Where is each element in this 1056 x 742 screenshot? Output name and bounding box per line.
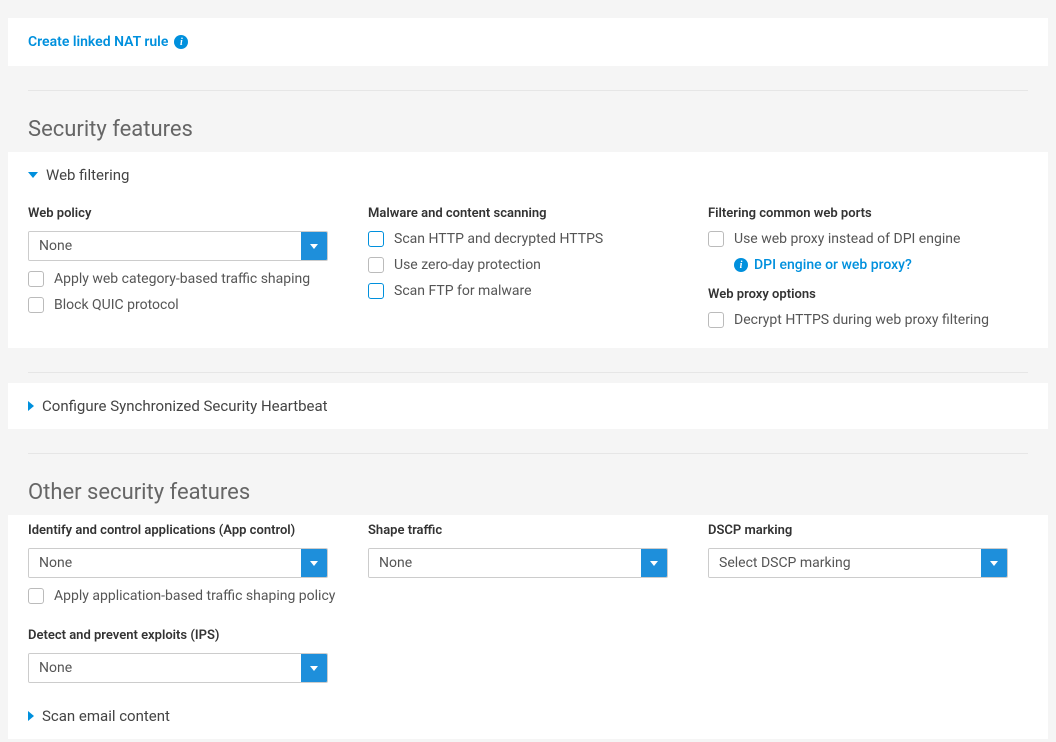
dpi-help-link[interactable]: i DPI engine or web proxy? xyxy=(734,257,1048,273)
ips-value: None xyxy=(29,654,301,682)
web-proxy-options-label: Web proxy options xyxy=(708,287,1048,302)
col-filtering-ports: Filtering common web ports Use web proxy… xyxy=(708,202,1048,328)
heartbeat-label: Configure Synchronized Security Heartbea… xyxy=(42,397,328,415)
web-policy-value: None xyxy=(29,232,301,260)
apply-shaping-label: Apply web category-based traffic shaping xyxy=(54,271,310,287)
dropdown-button xyxy=(301,232,327,260)
dscp-value: Select DSCP marking xyxy=(709,549,981,577)
dropdown-button xyxy=(301,654,327,682)
shape-traffic-value: None xyxy=(369,549,641,577)
zero-day-label: Use zero-day protection xyxy=(394,257,541,273)
divider xyxy=(28,90,1028,91)
col-web-policy: Web policy None Apply web category-based… xyxy=(28,202,368,328)
caret-down-icon xyxy=(310,666,318,671)
dscp-select[interactable]: Select DSCP marking xyxy=(708,548,1008,578)
chevron-down-icon xyxy=(28,172,38,178)
create-nat-link-label: Create linked NAT rule xyxy=(28,34,168,50)
caret-down-icon xyxy=(310,244,318,249)
web-filtering-body: Web policy None Apply web category-based… xyxy=(8,198,1048,348)
web-filtering-toggle[interactable]: Web filtering xyxy=(8,152,1048,198)
divider xyxy=(28,372,1028,373)
dpi-help-label: DPI engine or web proxy? xyxy=(754,257,912,273)
info-icon[interactable]: i xyxy=(174,35,188,49)
caret-down-icon xyxy=(310,561,318,566)
web-policy-label: Web policy xyxy=(28,206,368,221)
block-quic-checkbox[interactable] xyxy=(28,297,44,313)
heartbeat-toggle[interactable]: Configure Synchronized Security Heartbea… xyxy=(8,383,1048,429)
caret-down-icon xyxy=(650,561,658,566)
dscp-label: DSCP marking xyxy=(708,523,1048,538)
dropdown-button xyxy=(641,549,667,577)
use-web-proxy-row[interactable]: Use web proxy instead of DPI engine xyxy=(708,231,1048,247)
app-control-select[interactable]: None xyxy=(28,548,328,578)
other-security-title: Other security features xyxy=(0,464,1056,515)
chevron-right-icon xyxy=(28,711,34,721)
decrypt-https-label: Decrypt HTTPS during web proxy filtering xyxy=(734,312,989,328)
shape-traffic-select[interactable]: None xyxy=(368,548,668,578)
chevron-right-icon xyxy=(28,401,34,411)
create-nat-link[interactable]: Create linked NAT rule i xyxy=(28,34,188,50)
scan-email-label: Scan email content xyxy=(42,707,170,725)
decrypt-https-row[interactable]: Decrypt HTTPS during web proxy filtering xyxy=(708,312,1048,328)
ips-select[interactable]: None xyxy=(28,653,328,683)
other-security-body: Identify and control applications (App c… xyxy=(8,515,1048,703)
decrypt-https-checkbox[interactable] xyxy=(708,312,724,328)
scan-email-toggle[interactable]: Scan email content xyxy=(8,703,1048,739)
apply-shaping-row[interactable]: Apply web category-based traffic shaping xyxy=(28,271,368,287)
apply-shaping-checkbox[interactable] xyxy=(28,271,44,287)
caret-down-icon xyxy=(990,561,998,566)
col-dscp: DSCP marking Select DSCP marking xyxy=(708,519,1048,683)
col-shape-traffic: Shape traffic None xyxy=(368,519,708,683)
web-filtering-label: Web filtering xyxy=(46,166,129,184)
use-web-proxy-checkbox[interactable] xyxy=(708,231,724,247)
scan-ftp-label: Scan FTP for malware xyxy=(394,283,532,299)
dropdown-button xyxy=(301,549,327,577)
zero-day-row[interactable]: Use zero-day protection xyxy=(368,257,708,273)
malware-label: Malware and content scanning xyxy=(368,206,708,221)
web-policy-select[interactable]: None xyxy=(28,231,328,261)
apply-app-shaping-row[interactable]: Apply application-based traffic shaping … xyxy=(28,588,368,604)
nat-link-row: Create linked NAT rule i xyxy=(8,18,1048,66)
shape-traffic-label: Shape traffic xyxy=(368,523,708,538)
col-app-control: Identify and control applications (App c… xyxy=(28,519,368,683)
col-malware: Malware and content scanning Scan HTTP a… xyxy=(368,202,708,328)
scan-http-checkbox[interactable] xyxy=(368,231,384,247)
apply-app-shaping-label: Apply application-based traffic shaping … xyxy=(54,588,335,604)
scan-ftp-row[interactable]: Scan FTP for malware xyxy=(368,283,708,299)
app-control-label: Identify and control applications (App c… xyxy=(28,523,368,538)
zero-day-checkbox[interactable] xyxy=(368,257,384,273)
block-quic-label: Block QUIC protocol xyxy=(54,297,179,313)
use-web-proxy-label: Use web proxy instead of DPI engine xyxy=(734,231,960,247)
apply-app-shaping-checkbox[interactable] xyxy=(28,588,44,604)
app-control-value: None xyxy=(29,549,301,577)
info-icon: i xyxy=(734,258,748,272)
divider xyxy=(28,453,1028,454)
dropdown-button xyxy=(981,549,1007,577)
filter-ports-label: Filtering common web ports xyxy=(708,206,1048,221)
scan-ftp-checkbox[interactable] xyxy=(368,283,384,299)
ips-label: Detect and prevent exploits (IPS) xyxy=(28,628,368,643)
scan-http-label: Scan HTTP and decrypted HTTPS xyxy=(394,231,603,247)
security-features-title: Security features xyxy=(0,101,1056,152)
scan-http-row[interactable]: Scan HTTP and decrypted HTTPS xyxy=(368,231,708,247)
block-quic-row[interactable]: Block QUIC protocol xyxy=(28,297,368,313)
